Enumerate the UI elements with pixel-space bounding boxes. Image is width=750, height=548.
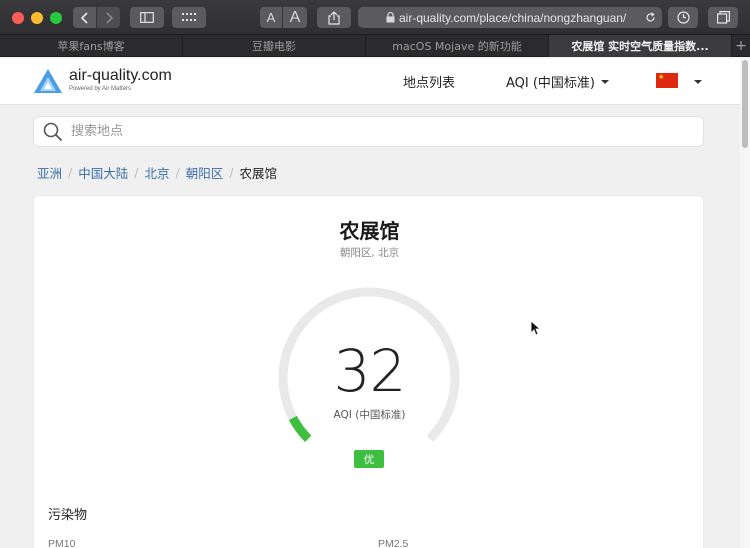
caret-down-icon [601, 79, 610, 84]
aqi-value: 32 [333, 337, 407, 405]
tabs-overview-icon [716, 11, 730, 24]
forward-button[interactable] [97, 7, 120, 28]
url-text: air-quality.com/place/china/nongzhanguan… [399, 10, 627, 25]
sidebar-icon [140, 12, 154, 23]
web-page: air-quality.com Powered by Air Matters 地… [0, 58, 740, 548]
increase-font-button[interactable]: A [283, 7, 307, 28]
breadcrumb: 亚洲 / 中国大陆 / 北京 / 朝阳区 / 农展馆 [37, 163, 277, 182]
tab-douban-movie[interactable]: 豆瓣电影 [183, 35, 366, 57]
minimize-window-button[interactable] [31, 12, 43, 24]
nav-places-link[interactable]: 地点列表 [403, 72, 455, 91]
breadcrumb-chaoyang[interactable]: 朝阳区 [186, 163, 224, 182]
breadcrumb-asia[interactable]: 亚洲 [37, 163, 62, 182]
tab-macos-mojave[interactable]: macOS Mojave 的新功能 [366, 35, 549, 57]
scrollbar-thumb[interactable] [742, 60, 748, 148]
china-flag-icon[interactable]: ★ [656, 73, 678, 88]
flag-star-icon: ★ [658, 73, 665, 81]
zoom-window-button[interactable] [50, 12, 62, 24]
mouse-pointer-icon [530, 320, 542, 340]
breadcrumb-separator: / [134, 165, 139, 180]
grid-icon [182, 13, 196, 21]
station-location: 朝阳区, 北京 [339, 247, 400, 259]
breadcrumb-beijing[interactable]: 北京 [144, 163, 169, 182]
page-scrollbar[interactable] [740, 58, 750, 548]
lock-icon [386, 12, 395, 23]
breadcrumb-china-mainland[interactable]: 中国大陆 [78, 163, 128, 182]
breadcrumb-separator: / [229, 165, 234, 180]
tab-apple-fans[interactable]: 苹果fans博客 [0, 35, 183, 57]
station-title: 农展馆 [339, 219, 400, 243]
breadcrumb-separator: / [68, 165, 73, 180]
breadcrumb-current: 农展馆 [239, 166, 277, 181]
search-icon [43, 122, 63, 142]
aqi-level-badge: 优 [354, 450, 384, 468]
top-sites-button[interactable] [172, 7, 206, 28]
close-window-button[interactable] [12, 12, 24, 24]
pollutant-pm10-label: PM10 [48, 538, 76, 548]
history-button[interactable] [668, 7, 698, 28]
sidebar-toggle-button[interactable] [130, 7, 164, 28]
aqi-standard-dropdown[interactable]: AQI (中国标准) [506, 72, 610, 91]
decrease-font-button[interactable]: A [260, 7, 282, 28]
air-quality-logo-icon[interactable] [33, 68, 63, 98]
logo-subtitle: Powered by Air Matters [69, 86, 132, 92]
tab-nongzhanguan-aqi[interactable]: 农展馆 实时空气质量指数... [549, 35, 732, 57]
clock-icon [676, 11, 690, 24]
browser-toolbar: A A air-quality.com/place/china/nongzhan… [0, 0, 750, 35]
address-bar[interactable]: air-quality.com/place/china/nongzhanguan… [358, 7, 662, 28]
breadcrumb-separator: / [175, 165, 180, 180]
share-icon [328, 10, 340, 25]
tab-bar: 苹果fans博客 豆瓣电影 macOS Mojave 的新功能 农展馆 实时空气… [0, 35, 750, 57]
share-button[interactable] [317, 7, 351, 28]
station-card: 农展馆 朝阳区, 北京 32 AQI (中国标准) 优 污染物 PM10 PM2… [33, 195, 704, 548]
aqi-standard-caption: AQI (中国标准) [333, 409, 406, 421]
search-box[interactable] [33, 116, 704, 147]
search-input[interactable] [71, 124, 703, 139]
back-button[interactable] [73, 7, 96, 28]
language-caret-down-icon[interactable] [694, 80, 702, 84]
show-tabs-button[interactable] [708, 7, 738, 28]
pollutant-pm25-label: PM2.5 [378, 538, 409, 548]
site-header: air-quality.com Powered by Air Matters 地… [0, 58, 740, 105]
aqi-standard-label: AQI (中国标准) [506, 76, 596, 91]
chevron-left-icon [80, 11, 88, 24]
reload-icon[interactable] [638, 12, 662, 23]
new-tab-button[interactable]: + [732, 35, 750, 56]
chevron-right-icon [105, 11, 113, 24]
logo-name[interactable]: air-quality.com [69, 67, 172, 85]
pollutants-heading: 污染物 [48, 508, 88, 523]
